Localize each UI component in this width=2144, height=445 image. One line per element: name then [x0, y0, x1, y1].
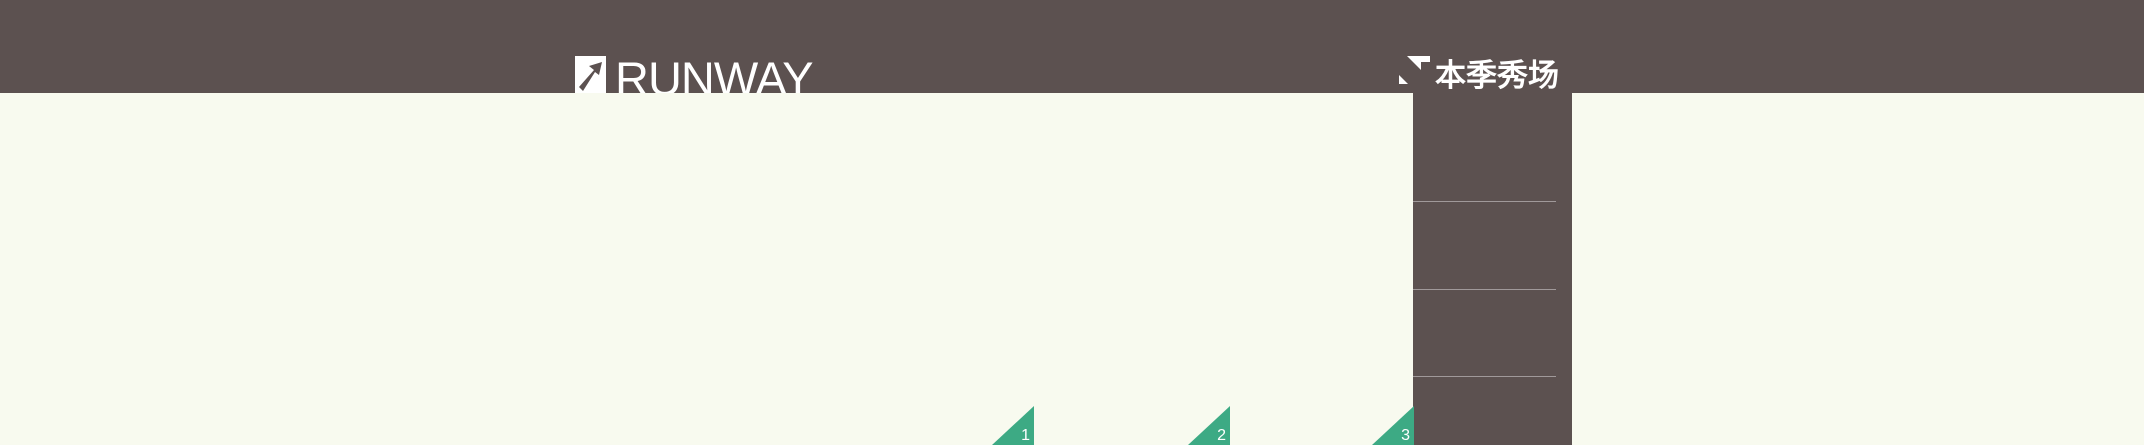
season-shows-label: 本季秀场 — [1435, 58, 1559, 93]
marker-number: 1 — [1021, 427, 1030, 444]
marker-number: 2 — [1217, 427, 1226, 444]
panel-divider — [1413, 201, 1556, 202]
panel-divider — [1413, 289, 1556, 290]
runway-label: RUNWAY — [615, 56, 813, 93]
arrow-up-right-icon — [575, 56, 606, 93]
runway-nav-item[interactable]: RUNWAY — [575, 56, 813, 93]
slide-marker-1[interactable]: 1 — [992, 406, 1034, 445]
top-nav-bar — [0, 0, 2144, 93]
marker-number: 3 — [1401, 427, 1410, 444]
panel-divider — [1413, 376, 1556, 377]
season-shows-nav-item[interactable]: 本季秀场 — [1399, 56, 1559, 93]
side-panel — [1413, 93, 1572, 445]
slide-marker-2[interactable]: 2 — [1188, 406, 1230, 445]
arrow-down-right-icon — [1399, 56, 1430, 93]
slide-marker-3[interactable]: 3 — [1372, 406, 1414, 445]
